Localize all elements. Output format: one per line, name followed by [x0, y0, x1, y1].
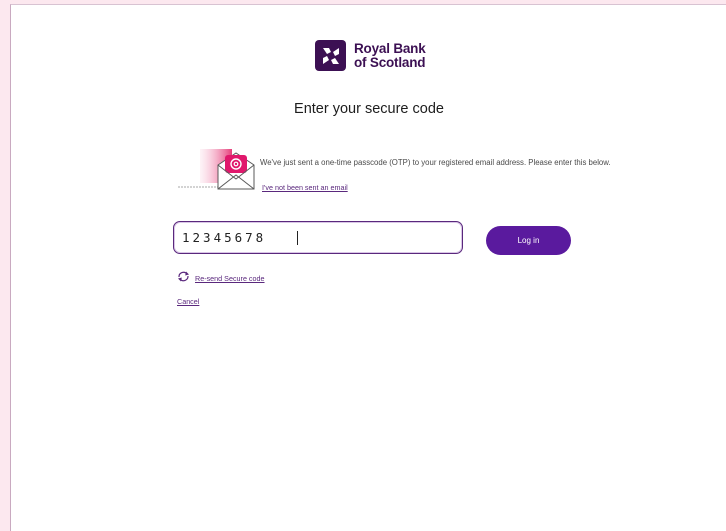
email-envelope-icon	[178, 145, 258, 193]
resend-code-link[interactable]: Re-send Secure code	[195, 274, 265, 283]
brand-name: Royal Bank of Scotland	[354, 40, 426, 70]
brand-name-line2: of Scotland	[354, 54, 426, 70]
page-title: Enter your secure code	[294, 101, 444, 117]
text-caret	[297, 231, 298, 245]
page-frame: Royal Bank of Scotland Enter your secure…	[10, 4, 726, 531]
brand-name-line1: Royal Bank	[354, 40, 426, 56]
login-button[interactable]: Log in	[486, 226, 571, 255]
resend-code[interactable]: Re-send Secure code	[177, 269, 265, 287]
cancel-link[interactable]: Cancel	[177, 297, 199, 306]
refresh-icon[interactable]	[177, 269, 190, 287]
not-sent-email-link[interactable]: I've not been sent an email	[262, 183, 348, 192]
brand-logo: Royal Bank of Scotland	[315, 40, 426, 71]
otp-sent-message: We've just sent a one-time passcode (OTP…	[260, 158, 611, 167]
secure-code-input[interactable]	[173, 221, 463, 254]
rbs-daisy-icon	[315, 40, 346, 71]
